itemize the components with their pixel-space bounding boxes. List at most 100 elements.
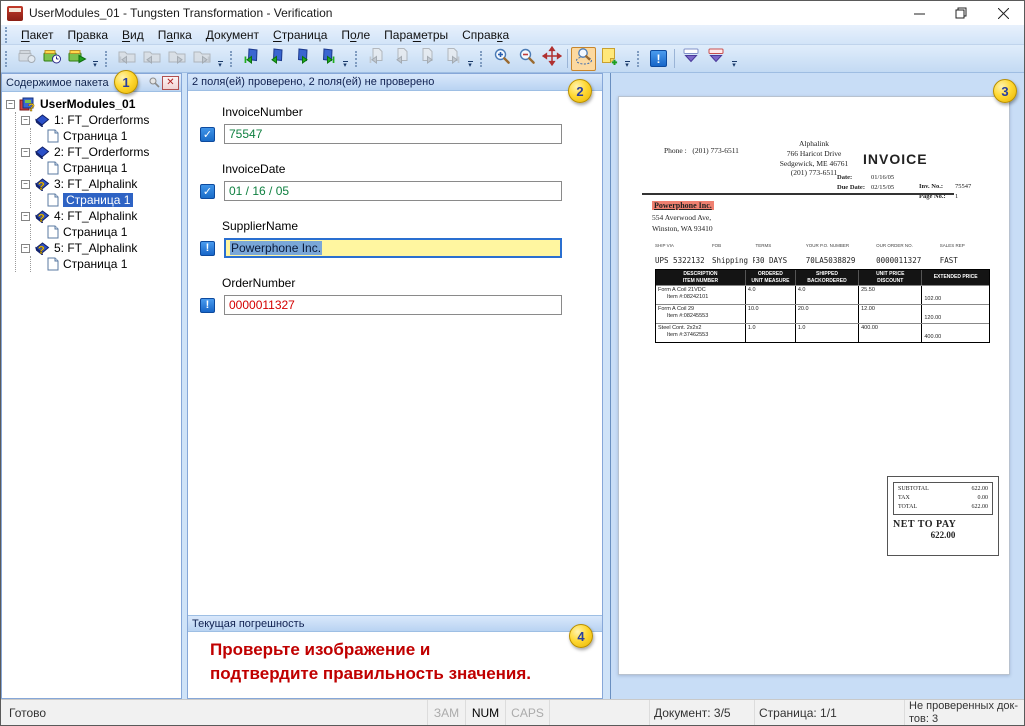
- ship-label: SHIP VIA: [655, 243, 712, 248]
- menu-options[interactable]: Параметры: [377, 26, 455, 44]
- tree-page-label[interactable]: Страница 1: [63, 225, 127, 239]
- tree-page-item[interactable]: Страница 1: [47, 160, 181, 176]
- menu-document[interactable]: Документ: [199, 26, 266, 44]
- panel-close-icon[interactable]: ✕: [162, 76, 179, 90]
- field-input-invoicedate[interactable]: 01 / 16 / 05: [224, 181, 562, 201]
- tree-root-label[interactable]: UserModules_01: [40, 97, 135, 111]
- zoom-in-button[interactable]: [489, 47, 514, 71]
- expand-collapse-icon[interactable]: −: [21, 180, 30, 189]
- tree-document-label[interactable]: 5: FT_Alphalink: [54, 241, 137, 255]
- field-problem-button[interactable]: !: [646, 47, 671, 71]
- confirm-field-button[interactable]: [678, 47, 703, 71]
- header-top-label: ORDERED: [758, 271, 783, 278]
- toolbar-grip[interactable]: [5, 51, 10, 67]
- tree-page-label[interactable]: Страница 1: [63, 129, 127, 143]
- tree-document-2[interactable]: − 2: FT_Orderforms: [21, 144, 181, 160]
- close-button[interactable]: [982, 1, 1024, 25]
- field-input-suppliername[interactable]: Powerphone Inc.: [224, 238, 562, 258]
- attention-exclamation-icon[interactable]: !: [200, 241, 215, 256]
- svg-text:?: ?: [28, 102, 35, 112]
- ship-label: OUR ORDER NO.: [876, 243, 940, 248]
- tree-page-item[interactable]: Страница 1: [47, 128, 181, 144]
- field-value: 01 / 16 / 05: [229, 184, 289, 198]
- tree-document-5[interactable]: −?5: FT_Alphalink: [21, 240, 181, 256]
- menu-help[interactable]: Справка: [455, 26, 516, 44]
- document-icon: [34, 145, 50, 159]
- tree-page-label[interactable]: Страница 1: [63, 257, 127, 271]
- menu-edit[interactable]: Правка: [60, 26, 115, 44]
- tree-document-3[interactable]: −?3: FT_Alphalink: [21, 176, 181, 192]
- field-block-suppliername: SupplierName!Powerphone Inc.: [188, 219, 602, 258]
- page-icon: [47, 193, 59, 207]
- field-input-ordernumber[interactable]: 0000011327: [224, 295, 562, 315]
- menubar-grip[interactable]: [5, 27, 10, 43]
- next-document-button[interactable]: [289, 47, 314, 71]
- verified-check-icon[interactable]: ✓: [200, 184, 215, 199]
- invoice-page[interactable]: Phone : (201) 773-6511 Alphalink 766 Har…: [618, 96, 1010, 675]
- zoom-out-button[interactable]: [514, 47, 539, 71]
- toolbar-grip[interactable]: [105, 51, 110, 67]
- annotation-marker-2: 2: [568, 79, 592, 103]
- add-note-button[interactable]: [596, 47, 621, 71]
- expand-collapse-icon[interactable]: −: [21, 244, 30, 253]
- restore-button[interactable]: [940, 1, 982, 25]
- reject-field-button[interactable]: [703, 47, 728, 71]
- tree-page-item[interactable]: Страница 1: [47, 224, 181, 240]
- minimize-button[interactable]: [898, 1, 940, 25]
- suspend-batch-button[interactable]: [39, 47, 64, 71]
- tree-document-label[interactable]: 2: FT_Orderforms: [54, 145, 149, 159]
- splitter-right[interactable]: [603, 73, 610, 699]
- document-question-icon: ?: [34, 209, 50, 223]
- prev-folder-button: [139, 47, 164, 71]
- tree-page-item[interactable]: Страница 1: [47, 256, 181, 272]
- pin-icon[interactable]: [146, 76, 162, 90]
- batch-contents-panel: Содержимое пакета ✕ −?UserModules_01−1: …: [1, 73, 182, 699]
- tree-document-label[interactable]: 3: FT_Alphalink: [54, 177, 137, 191]
- expand-collapse-icon[interactable]: −: [21, 212, 30, 221]
- menu-view[interactable]: Вид: [115, 26, 151, 44]
- toolbar-options-chevron[interactable]: ▾: [339, 47, 351, 71]
- reject-field-icon: [706, 46, 726, 71]
- toolbar-grip[interactable]: [230, 51, 235, 67]
- item-extended-price-cell: 120.00: [922, 305, 989, 323]
- tree-document-4[interactable]: −? 4: FT_Alphalink: [21, 208, 181, 224]
- expand-collapse-icon[interactable]: −: [6, 100, 15, 109]
- toolbar-grip[interactable]: [355, 51, 360, 67]
- toolbar-options-chevron[interactable]: ▾: [464, 47, 476, 71]
- field-input-invoicenumber[interactable]: 75547: [224, 124, 562, 144]
- menu-page[interactable]: Страница: [266, 26, 334, 44]
- toolbar-grip[interactable]: [637, 51, 642, 67]
- toolbar-options-chevron[interactable]: ▾: [621, 47, 633, 71]
- expand-collapse-icon[interactable]: −: [21, 148, 30, 157]
- first-document-button[interactable]: [239, 47, 264, 71]
- field-value: 75547: [229, 127, 262, 141]
- field-value: 0000011327: [229, 298, 295, 312]
- toolbar-options-chevron[interactable]: ▾: [89, 47, 101, 71]
- last-document-button[interactable]: [314, 47, 339, 71]
- attention-exclamation-icon[interactable]: !: [200, 298, 215, 313]
- error-header: Текущая погрешность: [188, 615, 602, 632]
- expand-collapse-icon[interactable]: −: [21, 116, 30, 125]
- tree-page-label[interactable]: Страница 1: [63, 193, 133, 207]
- tree-page-label[interactable]: Страница 1: [63, 161, 127, 175]
- error-message-line: подтвердите правильность значения.: [210, 662, 596, 686]
- menu-field[interactable]: Поле: [334, 26, 377, 44]
- toolbar-options-chevron[interactable]: ▾: [214, 47, 226, 71]
- toolbar-options-chevron[interactable]: ▾: [728, 47, 740, 71]
- menu-folder[interactable]: Папка: [151, 26, 199, 44]
- tree-document-label[interactable]: 1: FT_Orderforms: [54, 113, 149, 127]
- title-bar: UserModules_01 - Tungsten Transformation…: [1, 1, 1024, 25]
- prev-document-button[interactable]: [264, 47, 289, 71]
- menu-batch[interactable]: Пакет: [14, 26, 60, 44]
- tree-page-item[interactable]: Страница 1: [47, 192, 181, 208]
- invoice-header-cell: UNIT PRICEDISCOUNT: [859, 270, 922, 285]
- tree-document-label[interactable]: 4: FT_Alphalink: [54, 209, 137, 223]
- tree-root[interactable]: −? UserModules_01: [6, 96, 181, 112]
- toolbar-grip[interactable]: [480, 51, 485, 67]
- zoom-selection-button[interactable]: [571, 47, 596, 71]
- fit-width-button[interactable]: [539, 47, 564, 71]
- tree-document-1[interactable]: − 1: FT_Orderforms: [21, 112, 181, 128]
- close-batch-button[interactable]: [64, 47, 89, 71]
- verified-check-icon[interactable]: ✓: [200, 127, 215, 142]
- item-shipped-cell: 4.0: [796, 286, 859, 304]
